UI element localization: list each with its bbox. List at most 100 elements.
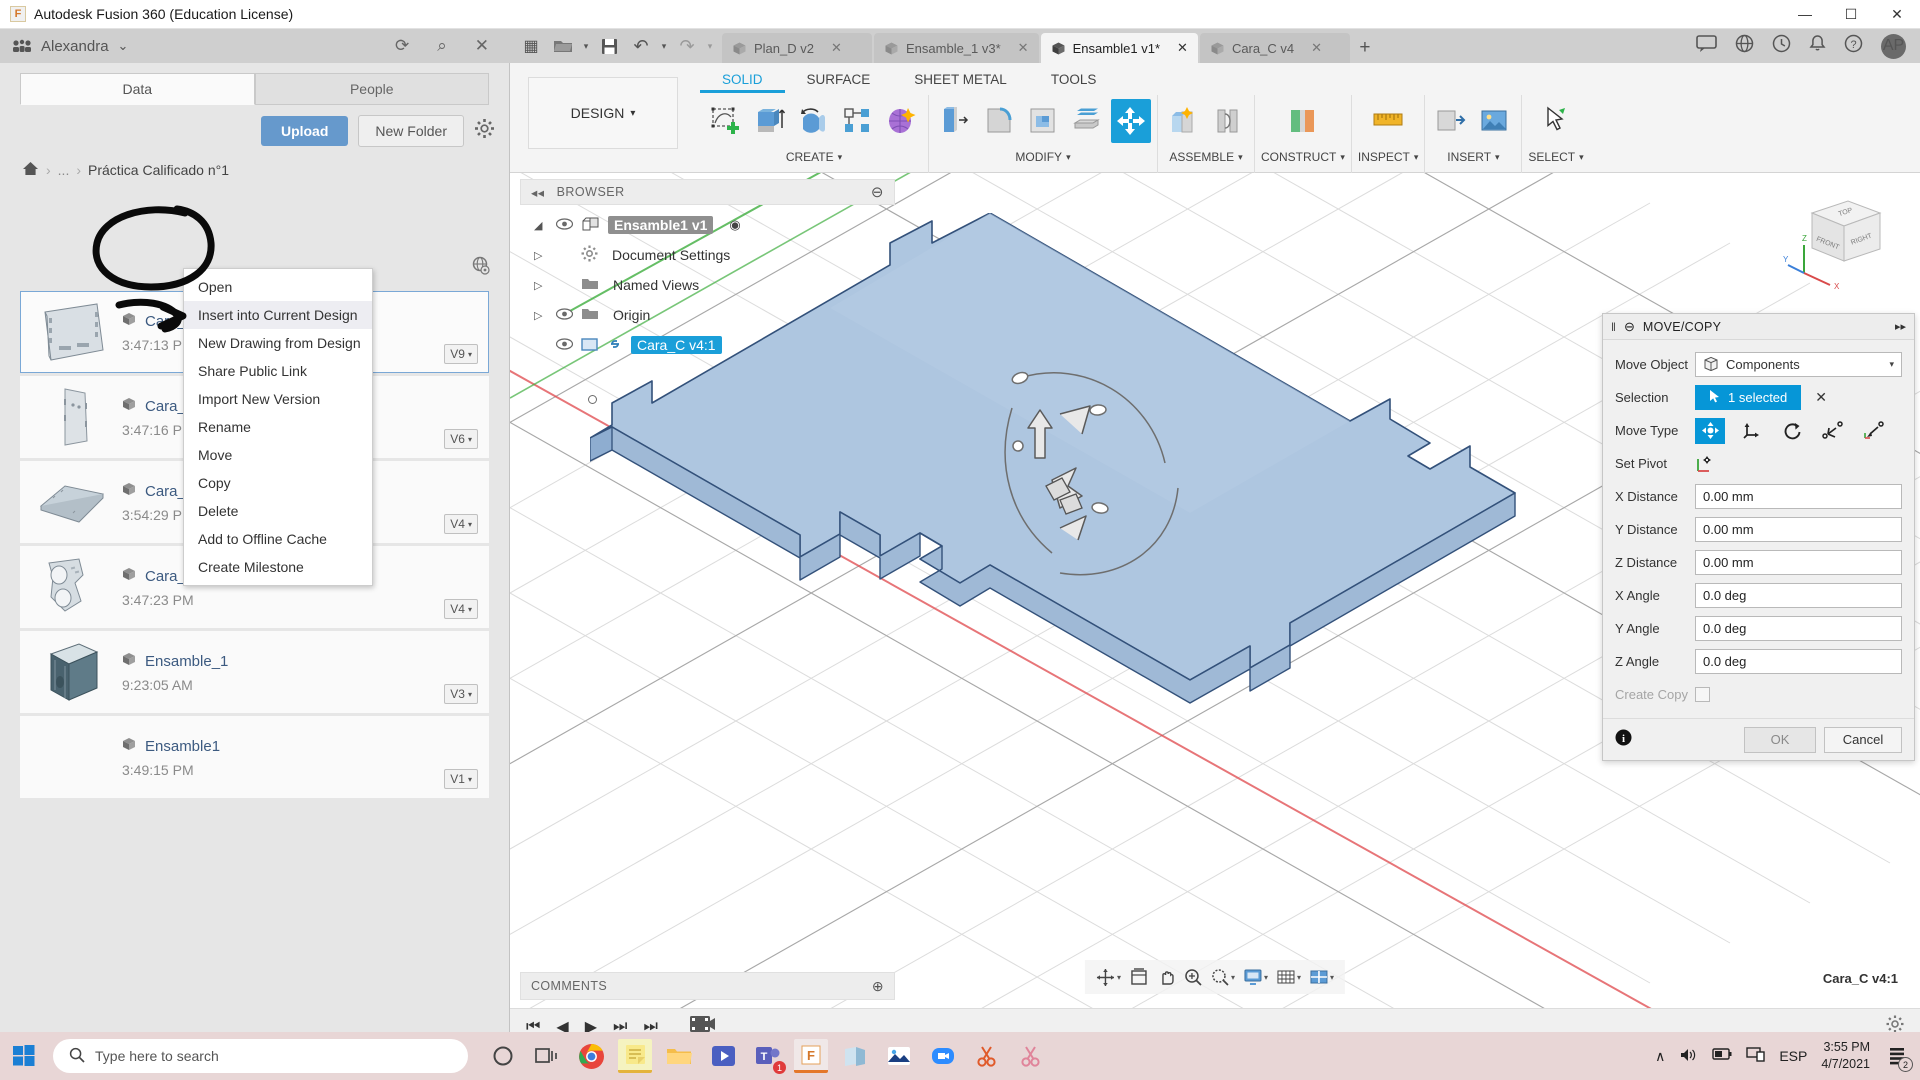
- comments-panel[interactable]: COMMENTS ⊕: [520, 972, 895, 1000]
- caret-icon[interactable]: ▾: [580, 31, 592, 61]
- translate-icon[interactable]: [1736, 418, 1766, 444]
- gear-icon[interactable]: [474, 118, 495, 145]
- data-file-row[interactable]: Ensamble_1 9:23:05 AM V3 ▾: [20, 631, 489, 713]
- avatar[interactable]: AP: [1881, 33, 1906, 59]
- windows-start-button[interactable]: [0, 1032, 48, 1080]
- volume-icon[interactable]: [1679, 1047, 1698, 1066]
- dialog-input[interactable]: [1695, 616, 1902, 641]
- file-explorer-icon[interactable]: [662, 1039, 696, 1073]
- info-icon[interactable]: i: [1615, 729, 1632, 750]
- maximize-button[interactable]: ☐: [1828, 0, 1874, 29]
- globe-icon[interactable]: [471, 256, 491, 281]
- breadcrumb-ellipsis[interactable]: ...: [58, 162, 70, 178]
- tray-chevron-icon[interactable]: ∧: [1655, 1048, 1665, 1065]
- collapse-icon[interactable]: ◂◂: [531, 185, 545, 200]
- snip-sketch-icon[interactable]: [1014, 1039, 1048, 1073]
- chrome-icon[interactable]: [574, 1039, 608, 1073]
- context-menu-item[interactable]: Rename: [184, 413, 372, 441]
- chevron-down-icon[interactable]: ▾: [1297, 973, 1301, 982]
- redo-caret-icon[interactable]: ▾: [704, 31, 716, 61]
- chevron-down-icon[interactable]: ⌄: [118, 38, 129, 54]
- expand-icon[interactable]: ▸▸: [1895, 320, 1906, 333]
- joint-icon[interactable]: [1208, 99, 1248, 143]
- snip-tool-icon[interactable]: [970, 1039, 1004, 1073]
- save-icon[interactable]: [594, 31, 624, 61]
- undo-icon[interactable]: ↶: [626, 31, 656, 61]
- context-menu-item[interactable]: Delete: [184, 497, 372, 525]
- context-menu-item[interactable]: Move: [184, 441, 372, 469]
- browser-node[interactable]: Cara_C v4:1: [520, 330, 895, 360]
- minimize-icon[interactable]: ⊖: [871, 183, 884, 201]
- view-cube[interactable]: TOP FRONT RIGHT Z X Y: [1782, 183, 1892, 293]
- version-badge[interactable]: V3 ▾: [444, 684, 478, 704]
- display-settings-icon[interactable]: ▾: [1241, 966, 1271, 988]
- revolve-icon[interactable]: [794, 99, 834, 143]
- version-badge[interactable]: V4 ▾: [444, 599, 478, 619]
- data-panel-tab-data[interactable]: Data: [20, 73, 255, 105]
- context-menu-item[interactable]: New Drawing from Design: [184, 329, 372, 357]
- undo-caret-icon[interactable]: ▾: [658, 31, 670, 61]
- language-indicator[interactable]: ESP: [1779, 1048, 1807, 1064]
- create-sketch-icon[interactable]: [706, 99, 746, 143]
- point-to-position-icon[interactable]: [1859, 418, 1889, 444]
- visibility-eye-icon[interactable]: [555, 337, 574, 353]
- cancel-button[interactable]: Cancel: [1824, 726, 1902, 753]
- ribbon-group-label[interactable]: INSPECT ▾: [1358, 147, 1419, 167]
- version-badge[interactable]: V9 ▾: [444, 344, 478, 364]
- breadcrumb-folder[interactable]: Práctica Calificado n°1: [88, 162, 229, 178]
- context-menu-item[interactable]: Add to Offline Cache: [184, 525, 372, 553]
- upload-button[interactable]: Upload: [260, 116, 349, 146]
- ribbon-group-label[interactable]: CREATE ▾: [786, 147, 842, 167]
- panel-close-icon[interactable]: ✕: [475, 36, 489, 56]
- set-pivot-icon[interactable]: [1695, 451, 1721, 477]
- point-to-point-icon[interactable]: [1818, 418, 1848, 444]
- redo-icon[interactable]: ↷: [672, 31, 702, 61]
- clear-selection-icon[interactable]: ✕: [1815, 389, 1827, 406]
- dialog-input[interactable]: [1695, 583, 1902, 608]
- activate-component-icon[interactable]: ◉: [729, 217, 740, 233]
- ribbon-group-label[interactable]: INSERT ▾: [1447, 147, 1499, 167]
- document-tab[interactable]: Cara_C v4 ✕: [1199, 33, 1350, 63]
- move-manipulator-gizmo[interactable]: [990, 368, 1240, 598]
- browser-node[interactable]: ▷ Named Views: [520, 270, 895, 300]
- create-copy-checkbox[interactable]: [1695, 687, 1710, 702]
- add-comment-icon[interactable]: ⊕: [872, 978, 884, 995]
- dialog-title-bar[interactable]: ‖ ⊖ MOVE/COPY ▸▸: [1603, 314, 1914, 340]
- chevron-down-icon[interactable]: ▾: [1231, 973, 1235, 982]
- look-at-icon[interactable]: [1127, 966, 1151, 988]
- derive-icon[interactable]: [1431, 99, 1471, 143]
- pattern-icon[interactable]: [838, 99, 878, 143]
- refresh-icon[interactable]: ⟳: [395, 36, 409, 56]
- expand-arrow-icon[interactable]: ▷: [534, 309, 548, 322]
- taskbar-search-box[interactable]: Type here to search: [53, 1039, 468, 1073]
- dialog-input[interactable]: [1695, 517, 1902, 542]
- move-copy-icon[interactable]: [1111, 99, 1151, 143]
- ribbon-group-label[interactable]: CONSTRUCT ▾: [1261, 147, 1345, 167]
- home-icon[interactable]: [22, 161, 39, 179]
- shell-icon[interactable]: [1023, 99, 1063, 143]
- move-object-select[interactable]: Components ▾: [1695, 352, 1902, 377]
- ribbon-group-label[interactable]: SELECT ▾: [1528, 147, 1583, 167]
- grid-icon[interactable]: ▦: [516, 31, 546, 61]
- dialog-input[interactable]: [1695, 550, 1902, 575]
- new-component-icon[interactable]: [1164, 99, 1204, 143]
- free-move-icon[interactable]: [1695, 417, 1725, 444]
- insert-mcmaster-icon[interactable]: [1475, 99, 1515, 143]
- document-tab[interactable]: Plan_D v2 ✕: [722, 33, 872, 63]
- recent-clock-icon[interactable]: [1772, 34, 1791, 58]
- media-player-icon[interactable]: [706, 1039, 740, 1073]
- grid-snap-icon[interactable]: ▾: [1274, 966, 1304, 988]
- fillet-icon[interactable]: [979, 99, 1019, 143]
- context-menu-item[interactable]: Open: [184, 273, 372, 301]
- grip-icon[interactable]: ‖: [1611, 320, 1616, 334]
- expand-arrow-icon[interactable]: ▷: [534, 279, 548, 292]
- data-panel-tab-people[interactable]: People: [254, 73, 489, 105]
- data-file-row[interactable]: Ensamble1 3:49:15 PM V1 ▾: [20, 716, 489, 798]
- document-tab[interactable]: Ensamble1 v1* ✕: [1040, 33, 1198, 63]
- context-menu-item[interactable]: Create Milestone: [184, 553, 372, 581]
- version-badge[interactable]: V1 ▾: [444, 769, 478, 789]
- task-view-icon[interactable]: [530, 1039, 564, 1073]
- zoom-icon[interactable]: [926, 1039, 960, 1073]
- minimize-button[interactable]: —: [1782, 0, 1828, 29]
- new-folder-button[interactable]: New Folder: [358, 115, 464, 147]
